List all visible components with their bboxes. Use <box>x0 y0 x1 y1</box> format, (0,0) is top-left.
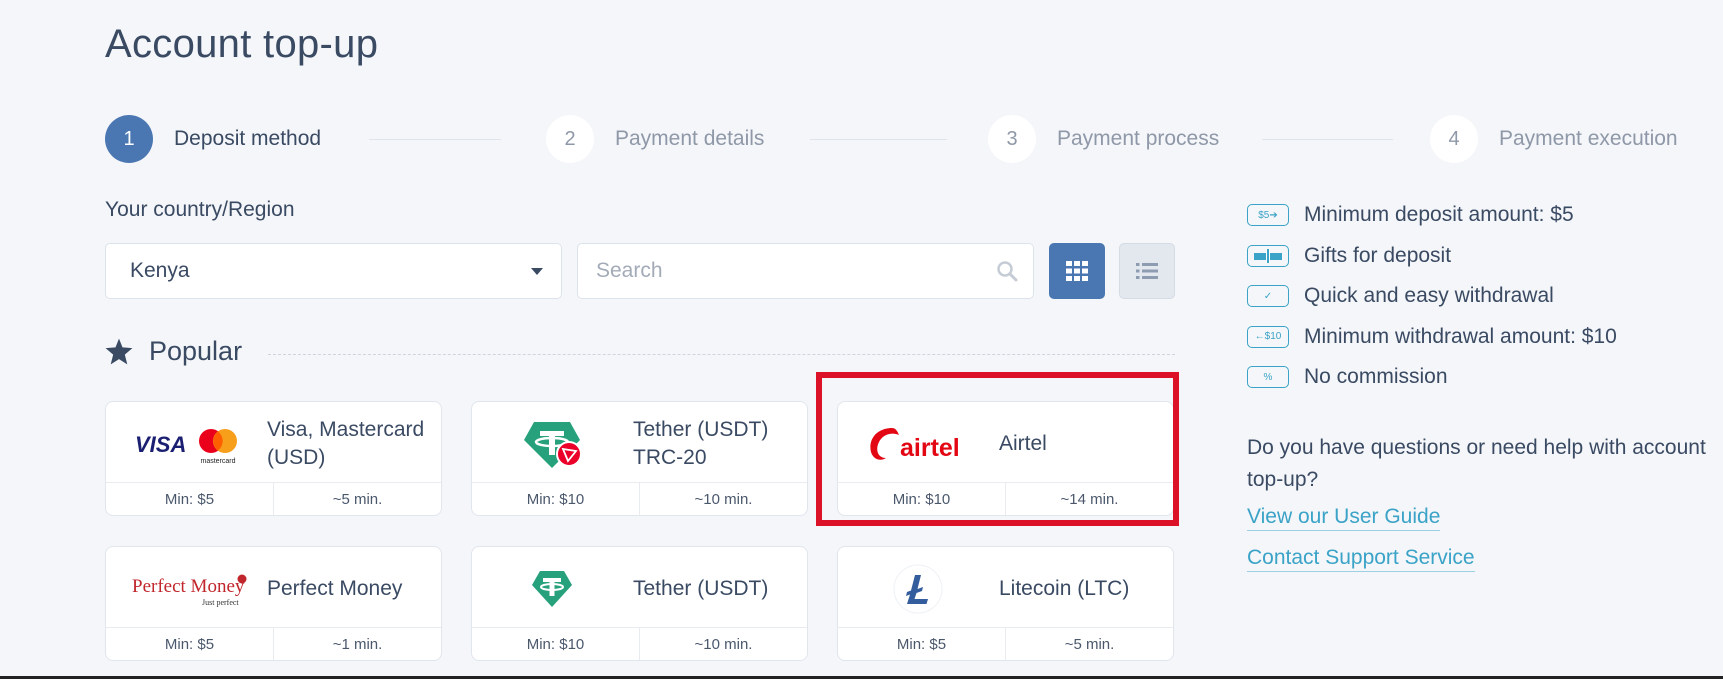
step-connector <box>369 139 501 140</box>
svg-text:Just perfect: Just perfect <box>202 598 239 607</box>
step-connector <box>1262 139 1393 140</box>
popular-heading: Popular <box>105 336 242 367</box>
step-number: 3 <box>988 115 1036 163</box>
method-time: ~10 min. <box>694 490 753 508</box>
visa-mastercard-logo: VISA mastercard <box>106 402 266 485</box>
method-min: Min: $10 <box>472 628 640 660</box>
method-name: Perfect Money <box>267 576 403 600</box>
method-footer: Min: $5 ~5 min. <box>838 627 1173 660</box>
contact-support-link[interactable]: Contact Support Service <box>1247 546 1475 572</box>
step-label: Payment process <box>1057 127 1220 150</box>
method-card-visa-mastercard[interactable]: VISA mastercard Visa, Mastercard (USD) M… <box>105 401 442 516</box>
info-text: Quick and easy withdrawal <box>1304 284 1554 308</box>
method-footer: Min: $10 ~10 min. <box>472 482 807 515</box>
step-payment-details[interactable]: 2 Payment details <box>546 115 764 163</box>
section-divider <box>268 354 1175 355</box>
tether-icon <box>532 570 572 607</box>
popular-title: Popular <box>149 336 243 366</box>
step-payment-execution[interactable]: 4 Payment execution <box>1430 115 1678 163</box>
method-card-tether[interactable]: Tether (USDT) Min: $10 ~10 min. <box>471 546 808 661</box>
svg-text:mastercard: mastercard <box>200 458 235 465</box>
method-time: ~5 min. <box>1064 635 1115 653</box>
dropdown-caret-icon <box>531 268 543 275</box>
list-icon <box>1136 263 1158 279</box>
min-withdrawal-icon: ←$10 <box>1247 325 1289 348</box>
search-input[interactable] <box>578 244 958 298</box>
method-card-perfect-money[interactable]: Perfect Money Just perfect Perfect Money… <box>105 546 442 661</box>
country-select[interactable]: Kenya <box>105 243 562 299</box>
litecoin-icon <box>893 564 943 613</box>
method-time: ~1 min. <box>332 635 383 653</box>
search-icon[interactable] <box>995 259 1019 283</box>
user-guide-link[interactable]: View our User Guide <box>1247 505 1441 531</box>
step-connector <box>810 139 947 140</box>
info-text: Gifts for deposit <box>1304 243 1452 267</box>
method-card-tether-trc20[interactable]: Tether (USDT) TRC-20 Min: $10 ~10 min. <box>471 401 808 516</box>
method-min: Min: $5 <box>106 628 274 660</box>
info-text: Minimum withdrawal amount: $10 <box>1304 324 1617 348</box>
method-min: Min: $5 <box>838 628 1006 660</box>
search-box[interactable] <box>577 243 1034 299</box>
info-row: % No commission <box>1247 357 1617 398</box>
method-name: Tether (USDT) <box>633 576 769 600</box>
method-time: ~10 min. <box>694 635 753 653</box>
region-label: Your country/Region <box>105 198 295 221</box>
step-deposit-method[interactable]: 1 Deposit method <box>105 115 321 163</box>
svg-text:Perfect Money: Perfect Money <box>132 576 245 597</box>
info-row: $5➔ Minimum deposit amount: $5 <box>1247 195 1617 236</box>
grid-icon <box>1066 261 1088 281</box>
step-number: 2 <box>546 115 594 163</box>
method-min: Min: $5 <box>106 483 274 515</box>
page-title: Account top-up <box>105 22 379 66</box>
litecoin-logo <box>838 547 998 630</box>
method-footer: Min: $10 ~10 min. <box>472 627 807 660</box>
country-select-value: Kenya <box>130 259 190 282</box>
method-min: Min: $10 <box>472 483 640 515</box>
tether-trc20-icon <box>524 421 582 468</box>
deposit-info-list: $5➔ Minimum deposit amount: $5 Gifts for… <box>1247 195 1617 398</box>
info-text: Minimum deposit amount: $5 <box>1304 203 1574 227</box>
visa-mastercard-icon: VISA mastercard <box>135 428 237 465</box>
method-name: Visa, Mastercard (USD) <box>267 417 425 469</box>
percent-icon: % <box>1247 366 1289 389</box>
method-time: ~5 min. <box>332 490 383 508</box>
svg-text:VISA: VISA <box>135 432 186 457</box>
help-question: Do you have questions or need help with … <box>1247 436 1706 491</box>
star-icon <box>105 338 133 365</box>
step-payment-process[interactable]: 3 Payment process <box>988 115 1219 163</box>
step-number: 4 <box>1430 115 1478 163</box>
info-row: Gifts for deposit <box>1247 236 1617 277</box>
method-card-litecoin[interactable]: Litecoin (LTC) Min: $5 ~5 min. <box>837 546 1174 661</box>
perfect-money-logo: Perfect Money Just perfect <box>106 547 266 630</box>
stepper: 1 Deposit method 2 Payment details 3 Pay… <box>105 115 1695 163</box>
perfect-money-icon: Perfect Money Just perfect <box>132 574 247 607</box>
gift-icon <box>1247 244 1289 267</box>
info-row: ✓ Quick and easy withdrawal <box>1247 276 1617 317</box>
grid-view-button[interactable] <box>1049 243 1105 299</box>
tether-trc20-logo <box>472 402 632 485</box>
step-label: Deposit method <box>174 127 322 150</box>
method-footer: Min: $5 ~1 min. <box>106 627 441 660</box>
method-name: Litecoin (LTC) <box>999 576 1130 600</box>
highlight-annotation <box>816 372 1179 526</box>
step-label: Payment details <box>615 127 765 150</box>
check-icon: ✓ <box>1247 285 1289 308</box>
step-label: Payment execution <box>1499 127 1678 150</box>
info-text: No commission <box>1304 365 1448 389</box>
step-number: 1 <box>105 115 153 163</box>
method-footer: Min: $5 ~5 min. <box>106 482 441 515</box>
min-deposit-icon: $5➔ <box>1247 204 1289 227</box>
tether-logo <box>472 547 632 630</box>
list-view-button[interactable] <box>1119 243 1175 299</box>
method-name: Tether (USDT) TRC-20 <box>633 417 769 469</box>
info-row: ←$10 Minimum withdrawal amount: $10 <box>1247 317 1617 358</box>
